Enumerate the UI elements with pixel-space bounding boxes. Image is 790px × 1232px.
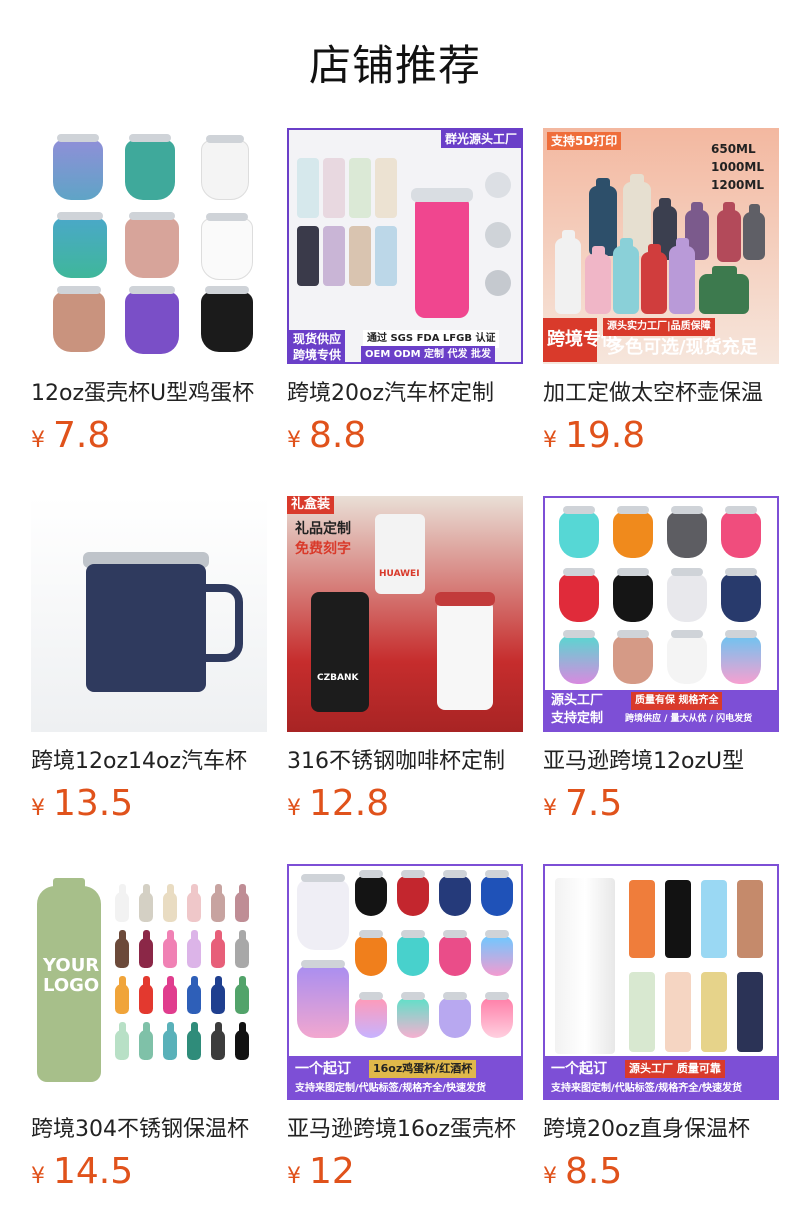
product-image[interactable]: YOUR LOGO [31,864,267,1100]
price-value: 19.8 [565,415,646,456]
price-value: 12 [309,1151,355,1192]
thumb-size-label: 1000ML [711,160,764,174]
section-header: 店铺推荐 [0,0,790,128]
product-card[interactable]: 源头工厂 支持定制 质量有保 规格齐全 跨境供应 / 量大从优 / 闪电发货 亚… [543,496,779,841]
thumb-banner: 源头工厂 质量可靠 [625,1060,725,1078]
product-name[interactable]: 亚马逊跨境16oz蛋壳杯 [287,1112,523,1148]
product-card[interactable]: 跨境12oz14oz汽车杯 ¥13.5 [31,496,267,841]
thumb-banner: 源头实力工厂|品质保障 [603,318,715,336]
section-title: 店铺推荐 [308,41,481,90]
thumb-banner: 源头工厂 [551,693,604,708]
currency-symbol: ¥ [31,428,45,453]
product-card[interactable]: 群光源头工厂 现货供应 跨境专供 通过 SGS FDA LFGB 认证 OEM … [287,128,523,473]
brand-label: HUAWEI [379,569,420,579]
currency-symbol: ¥ [31,1164,45,1189]
price-value: 13.5 [53,783,134,824]
product-price: ¥14.5 [31,1148,133,1196]
thumb-banner: 礼盒装 [287,496,335,514]
thumb-banner: 跨境供应 / 量大从优 / 闪电发货 [625,714,753,724]
product-name[interactable]: 316不锈钢咖啡杯定制 [287,744,523,780]
product-card[interactable]: 支持5D打印 650ML 1000ML 1200ML 跨境专供 源头实力工厂|品… [543,128,779,473]
product-image[interactable]: 群光源头工厂 现货供应 跨境专供 通过 SGS FDA LFGB 认证 OEM … [287,128,523,364]
currency-symbol: ¥ [31,796,45,821]
currency-symbol: ¥ [543,796,557,821]
product-price: ¥8.8 [287,412,366,460]
currency-symbol: ¥ [543,1164,557,1189]
thumb-size-label: 1200ML [711,178,764,192]
thumb-banner: 群光源头工厂 [440,130,521,148]
thumb-banner: 质量有保 规格齐全 [631,692,723,710]
currency-symbol: ¥ [287,428,301,453]
product-card[interactable]: 一个起订 16oz鸡蛋杯/红酒杯 支持来图定制/代贴标签/规格齐全/快速发货 亚… [287,864,523,1209]
product-card[interactable]: 12oz蛋壳杯U型鸡蛋杯 ¥7.8 [31,128,267,473]
thumb-banner: 跨境专供 [289,346,346,362]
product-name[interactable]: 加工定做太空杯壶保温 [543,376,779,412]
product-image[interactable]: 一个起订 源头工厂 质量可靠 支持来图定制/代贴标签/规格齐全/快速发货 [543,864,779,1100]
product-price: ¥19.8 [543,412,645,460]
thumb-banner: 礼品定制 [295,521,351,537]
logo-text: YOUR [43,955,100,976]
product-price: ¥7.8 [31,412,110,460]
thumb-banner: 16oz鸡蛋杯/红酒杯 [369,1060,477,1078]
price-value: 8.8 [309,415,367,456]
thumb-banner: 支持5D打印 [547,132,622,150]
currency-symbol: ¥ [287,796,301,821]
thumb-banner: OEM ODM 定制 代发 批发 [361,346,495,362]
price-value: 12.8 [309,783,390,824]
thumb-banner: 支持定制 [551,711,604,726]
price-value: 8.5 [565,1151,623,1192]
product-price: ¥13.5 [31,780,133,828]
thumb-banner: 支持来图定制/代贴标签/规格齐全/快速发货 [551,1083,742,1094]
currency-symbol: ¥ [543,428,557,453]
product-price: ¥7.5 [543,780,622,828]
thumb-banner: 一个起订 [551,1061,607,1077]
thumb-banner: 免费刻字 [295,541,351,557]
thumb-size-label: 650ML [711,142,756,156]
currency-symbol: ¥ [287,1164,301,1189]
price-value: 7.5 [565,783,623,824]
product-card[interactable]: 礼盒装 礼品定制 免费刻字 HUAWEI CZBANK 316不锈钢咖啡杯定制 … [287,496,523,841]
product-image[interactable] [31,128,267,364]
product-price: ¥12.8 [287,780,389,828]
product-name[interactable]: 跨境20oz直身保温杯 [543,1112,779,1148]
brand-label: CZBANK [317,673,359,683]
product-image[interactable]: 源头工厂 支持定制 质量有保 规格齐全 跨境供应 / 量大从优 / 闪电发货 [543,496,779,732]
product-name[interactable]: 跨境20oz汽车杯定制 [287,376,523,412]
thumb-banner: 跨境专供 [543,318,619,362]
product-image[interactable]: 礼盒装 礼品定制 免费刻字 HUAWEI CZBANK [287,496,523,732]
product-image[interactable] [31,496,267,732]
product-price: ¥8.5 [543,1148,622,1196]
product-name[interactable]: 跨境12oz14oz汽车杯 [31,744,267,780]
thumb-banner: 多色可选/现货充足 [607,337,758,358]
product-image[interactable]: 支持5D打印 650ML 1000ML 1200ML 跨境专供 源头实力工厂|品… [543,128,779,364]
price-value: 14.5 [53,1151,134,1192]
product-card[interactable]: YOUR LOGO 跨境304不锈钢保温杯 ¥ 14.5 [31,864,267,1209]
product-name[interactable]: 12oz蛋壳杯U型鸡蛋杯 [31,376,267,412]
logo-text: LOGO [43,975,100,996]
product-image[interactable]: 一个起订 16oz鸡蛋杯/红酒杯 支持来图定制/代贴标签/规格齐全/快速发货 [287,864,523,1100]
product-card[interactable]: 一个起订 源头工厂 质量可靠 支持来图定制/代贴标签/规格齐全/快速发货 跨境2… [543,864,779,1209]
product-name[interactable]: 亚马逊跨境12ozU型 [543,744,779,780]
product-price: ¥12 [287,1148,355,1196]
price-value: 7.8 [53,415,111,456]
thumb-banner: 一个起订 [295,1061,351,1077]
product-name[interactable]: 跨境304不锈钢保温杯 [31,1112,267,1148]
thumb-banner: 支持来图定制/代贴标签/规格齐全/快速发货 [295,1083,486,1094]
